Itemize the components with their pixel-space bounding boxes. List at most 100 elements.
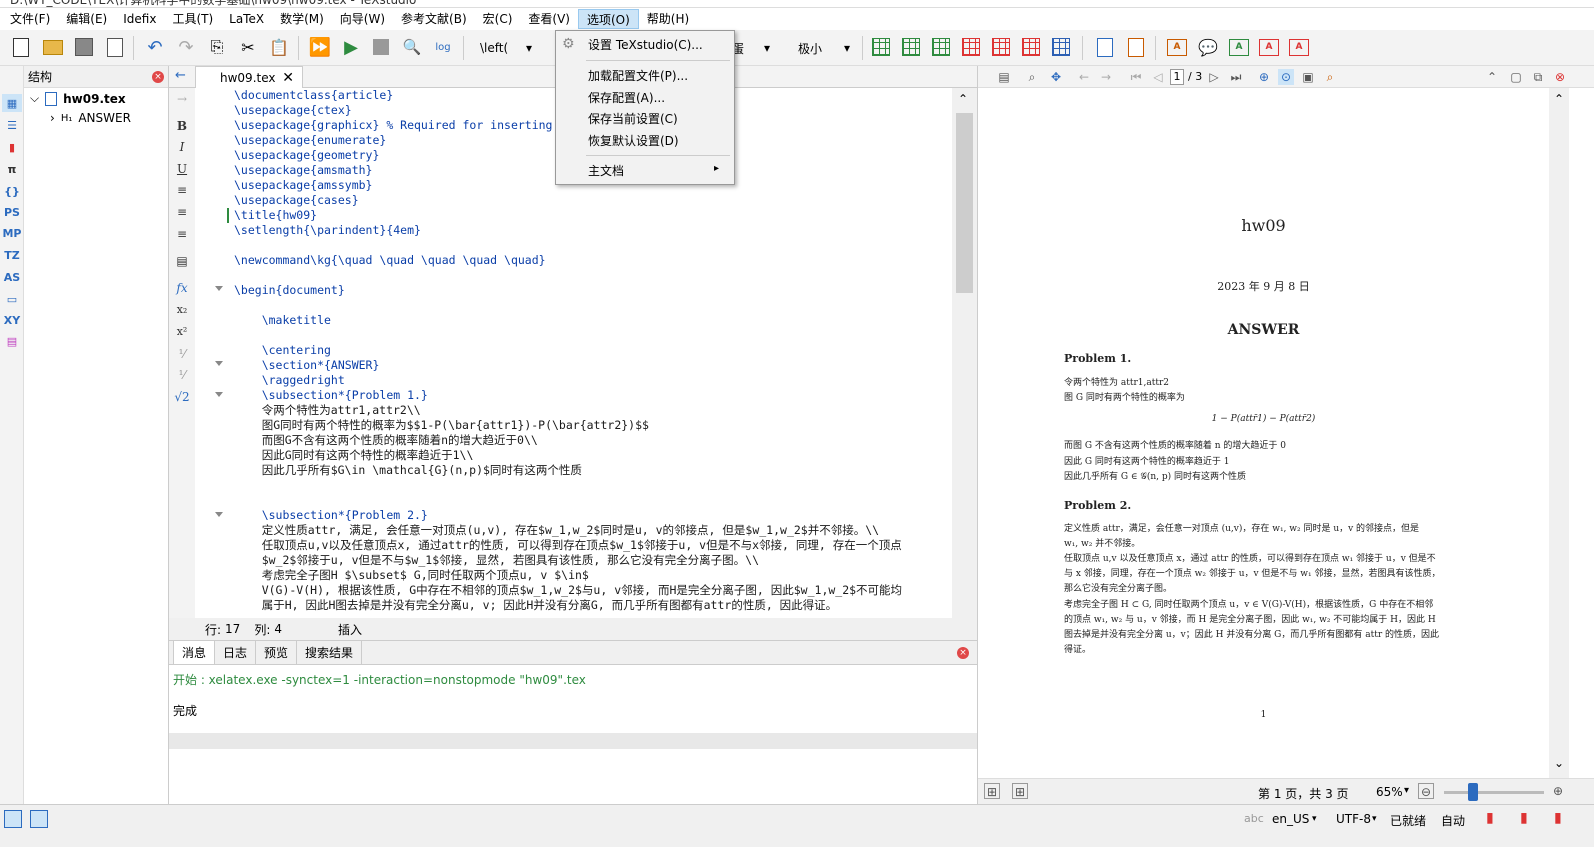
table-cut-col-icon[interactable]	[1020, 36, 1042, 58]
align-left-icon[interactable]: ≡	[173, 183, 191, 199]
view-log-icon[interactable]: log	[432, 36, 454, 58]
forward-arrow-icon[interactable]: →	[1098, 69, 1114, 85]
menu-item-configure[interactable]: 设置 TeXstudio(C)...	[588, 35, 703, 55]
new-file-icon[interactable]	[10, 36, 32, 58]
toggle-structure-icon[interactable]	[4, 810, 22, 828]
comment-icon[interactable]: 💬	[1197, 36, 1219, 58]
table-remove-col-icon[interactable]	[990, 36, 1012, 58]
pdf-zoom-level[interactable]: 65%	[1376, 785, 1403, 799]
stop-icon[interactable]	[370, 36, 392, 58]
encoding-selector[interactable]: UTF-8	[1336, 812, 1371, 826]
compile-icon[interactable]: ▶	[340, 36, 362, 58]
close-icon[interactable]: ⊗	[1552, 69, 1568, 85]
language-selector[interactable]: en_US	[1272, 812, 1309, 826]
table-align-icon[interactable]	[1050, 36, 1072, 58]
fraction-icon[interactable]: ⅟	[173, 347, 191, 363]
save-icon[interactable]	[73, 36, 95, 58]
text-red-icon[interactable]: A	[1258, 36, 1280, 58]
sync-icon[interactable]: ⊞	[984, 783, 1000, 799]
fit-width-icon[interactable]: ⊙	[1278, 69, 1294, 85]
editor-scrollbar[interactable]: ⌃ ⌄	[952, 88, 977, 636]
align-right-icon[interactable]: ≡	[173, 227, 191, 243]
newline-icon[interactable]: ▤	[173, 254, 191, 270]
zoom-out-icon[interactable]: ⊖	[1418, 783, 1434, 799]
menu-item-root-document[interactable]: 主文档	[588, 161, 624, 181]
underline-icon[interactable]: U	[173, 162, 191, 178]
prev-page-icon[interactable]: ◁	[1150, 69, 1166, 85]
fit-page-icon[interactable]: ▣	[1300, 69, 1316, 85]
zoom-slider-handle[interactable]	[1468, 783, 1478, 801]
fold-marker-icon[interactable]	[215, 286, 223, 291]
close-file-icon[interactable]	[104, 36, 126, 58]
zoom-in-icon[interactable]: ⊕	[1256, 69, 1272, 85]
zoom-in-icon[interactable]: ⊕	[1550, 783, 1566, 799]
xymatrix-icon[interactable]: XY	[2, 311, 22, 329]
table-remove-row-icon[interactable]	[960, 36, 982, 58]
pan-icon[interactable]: ✥	[1048, 69, 1064, 85]
beamer-icon[interactable]: ▭	[2, 290, 22, 308]
copy-icon[interactable]: ⎘	[206, 36, 228, 58]
sync-back-icon[interactable]: ⊞	[1012, 783, 1028, 799]
scroll-thumb[interactable]	[956, 113, 973, 293]
tab-log[interactable]: 日志	[214, 640, 257, 664]
sqrt-icon[interactable]: √2	[173, 390, 191, 406]
bookmark-icon[interactable]: ▮	[1486, 810, 1494, 826]
function-icon[interactable]: fx	[173, 281, 191, 297]
menu-item-save-profile[interactable]: 保存配置(A)...	[588, 88, 665, 108]
zoom-slider[interactable]	[1444, 791, 1544, 794]
menu-tools[interactable]: 工具(T)	[164, 9, 221, 29]
toggle-messages-icon[interactable]	[30, 810, 48, 828]
pdf-scrollbar[interactable]: ⌃ ⌄	[1549, 88, 1569, 778]
view-pdf-icon[interactable]: 🔍	[401, 36, 423, 58]
pdf-menu-icon[interactable]: ▤	[996, 69, 1012, 85]
tab-hw09[interactable]: hw09.tex ✕	[195, 66, 303, 88]
scroll-up-icon[interactable]: ⌃	[1554, 92, 1564, 106]
scroll-down-icon[interactable]: ⌄	[1554, 756, 1564, 770]
brackets-icon[interactable]: {}	[2, 182, 22, 200]
menu-math[interactable]: 数学(M)	[272, 9, 332, 29]
back-arrow-icon[interactable]: ←	[175, 68, 186, 83]
dfrac-icon[interactable]: ⅟	[173, 368, 191, 384]
tree-root-item[interactable]: ⌵ hw09.tex	[30, 91, 126, 106]
font-size-combo[interactable]: 极小 ▾	[794, 38, 854, 58]
open-folder-icon[interactable]	[42, 36, 64, 58]
forward-arrow-icon[interactable]: →	[173, 92, 191, 108]
table-icon[interactable]	[870, 36, 892, 58]
tab-preview[interactable]: 预览	[255, 640, 298, 664]
insert-mode[interactable]: 插入	[338, 621, 362, 638]
tab-messages[interactable]: 消息	[173, 640, 216, 664]
asymptote-icon[interactable]: AS	[2, 268, 22, 286]
symbols-pi-icon[interactable]: π	[2, 160, 22, 178]
bookmarks-icon[interactable]: ▮	[2, 138, 22, 156]
first-page-icon[interactable]: ⏮	[1128, 69, 1144, 85]
superscript-icon[interactable]: x²	[173, 325, 191, 341]
menu-item-restore-default[interactable]: 恢复默认设置(D)	[588, 131, 679, 151]
menu-latex[interactable]: LaTeX	[221, 9, 272, 29]
insert-ref-icon[interactable]	[1094, 36, 1116, 58]
collapse-up-icon[interactable]: ⌃	[1484, 69, 1500, 85]
undo-icon[interactable]: ↶	[144, 36, 166, 58]
menu-wizards[interactable]: 向导(W)	[332, 9, 393, 29]
table-add-col-icon[interactable]	[930, 36, 952, 58]
tree-child-item[interactable]: › H₁ ANSWER	[50, 111, 131, 125]
spellcheck-icon[interactable]: abc	[1244, 812, 1264, 825]
menu-item-save-current[interactable]: 保存当前设置(C)	[588, 109, 678, 129]
tikz-icon[interactable]: TZ	[2, 246, 22, 264]
paste-icon[interactable]: 📋	[268, 36, 290, 58]
menu-help[interactable]: 帮助(H)	[639, 9, 697, 29]
text-green-icon[interactable]: A	[1228, 36, 1250, 58]
bookmark-icon[interactable]: ▮	[1520, 810, 1528, 826]
magnifier-icon[interactable]: ⌕	[1322, 69, 1338, 85]
tab-search-results[interactable]: 搜索结果	[296, 640, 363, 664]
scroll-up-icon[interactable]: ⌃	[958, 92, 968, 106]
close-icon[interactable]: ×	[957, 647, 969, 659]
structure-view-icon[interactable]: ▦	[2, 94, 22, 112]
text-frame-icon[interactable]: A	[1288, 36, 1310, 58]
italic-icon[interactable]: I	[173, 140, 191, 156]
last-page-icon[interactable]: ⏭	[1228, 69, 1244, 85]
text-box-icon[interactable]: A	[1166, 36, 1188, 58]
close-icon[interactable]: ×	[152, 70, 164, 83]
zoom-search-icon[interactable]: ⌕	[1024, 69, 1040, 85]
window-icon[interactable]: ▢	[1508, 69, 1524, 85]
auto-status[interactable]: 自动	[1441, 812, 1465, 829]
